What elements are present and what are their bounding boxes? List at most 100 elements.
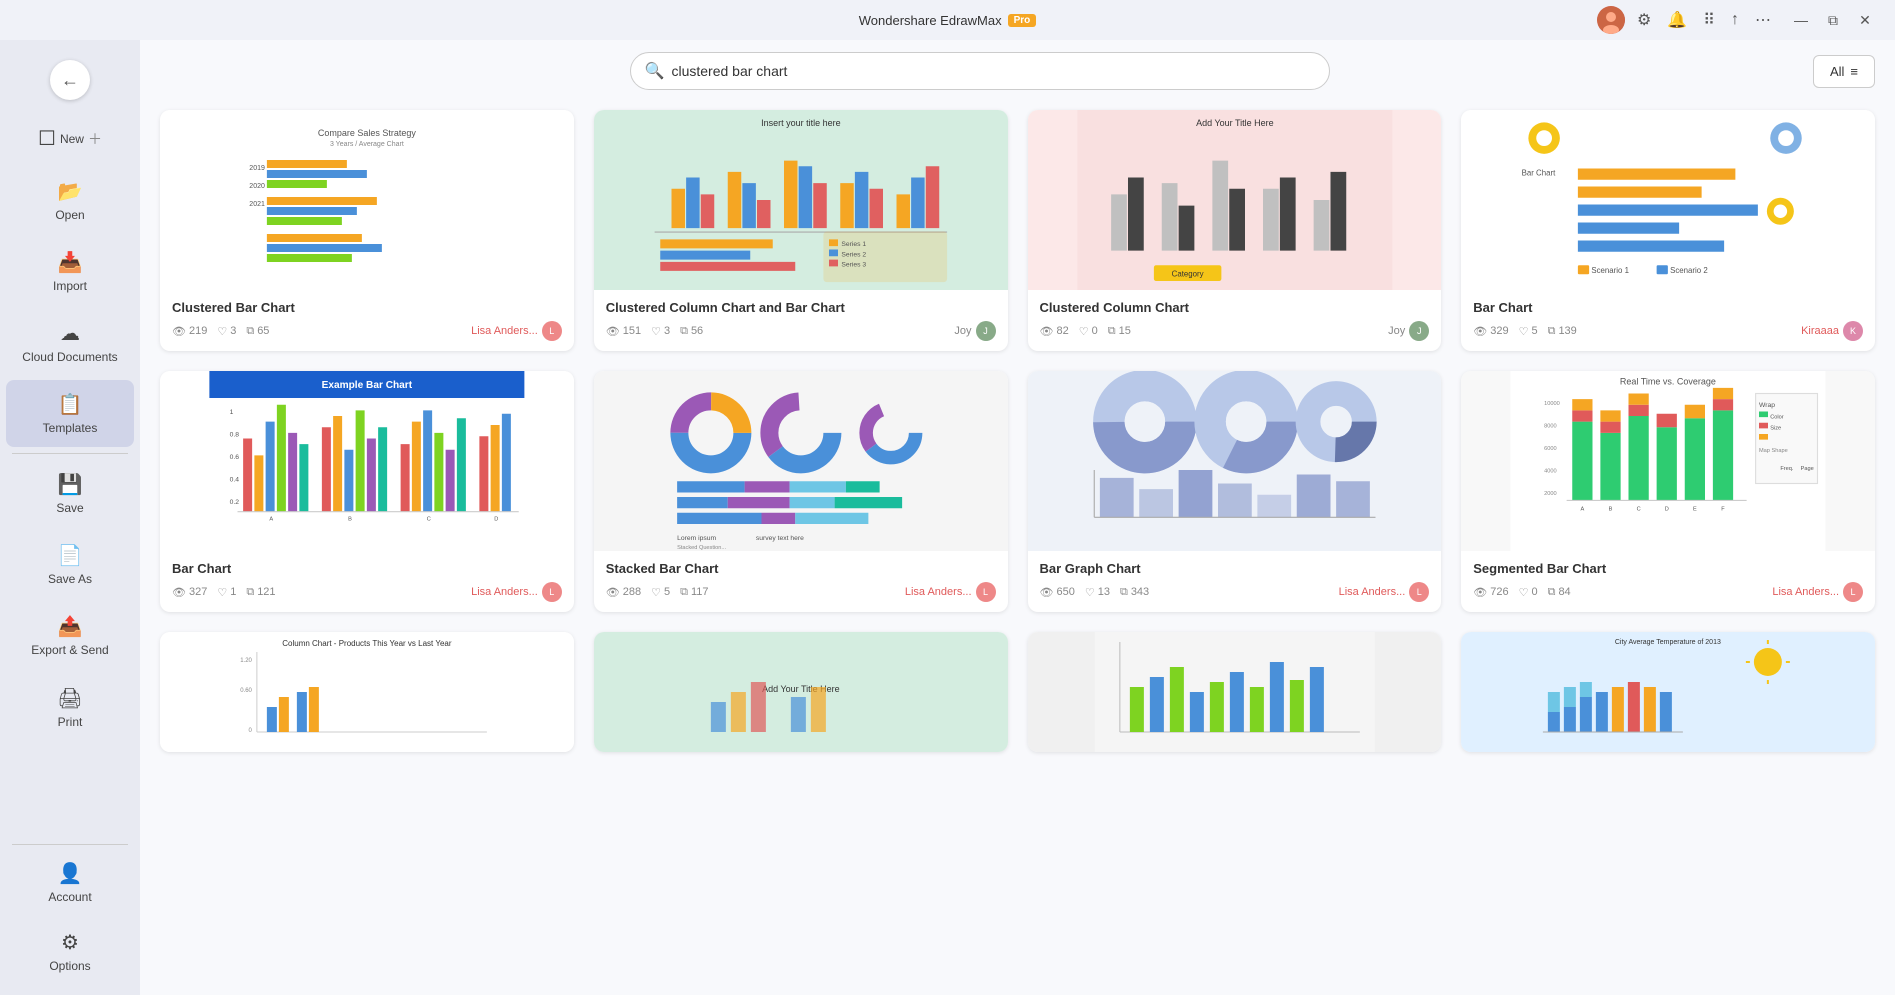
card-info-example-bar: Bar Chart 👁 327 ♡ 1 ⧉ xyxy=(160,551,574,612)
svg-text:Page: Page xyxy=(1801,466,1814,472)
template-card-placeholder3[interactable] xyxy=(1028,632,1442,752)
settings-icon[interactable]: ⚙ xyxy=(1633,6,1655,34)
template-card-bar-icons[interactable]: Bar Chart Scenario 1 xyxy=(1461,110,1875,351)
copies-count: ⧉ 65 xyxy=(246,325,269,338)
template-card-example-bar[interactable]: Example Bar Chart 1 0.8 0.6 0.4 0.2 xyxy=(160,371,574,612)
views-7: 👁 726 xyxy=(1473,586,1508,599)
copies-val-4: 121 xyxy=(257,586,275,598)
app-name-text: Wondershare EdrawMax xyxy=(859,13,1002,28)
template-card-city-temp[interactable]: City Average Temperature of 2013 xyxy=(1461,632,1875,752)
card-meta-1: 👁 151 ♡ 3 ⧉ 56 xyxy=(606,321,996,341)
maximize-button[interactable]: ⧉ xyxy=(1819,6,1847,34)
card-image-stacked: Lorem ipsum survey text here Stacked Que… xyxy=(594,371,1008,551)
filter-button[interactable]: All ≡ xyxy=(1813,55,1875,88)
author-avatar-3: K xyxy=(1843,321,1863,341)
sidebar-item-templates[interactable]: 📋 Templates xyxy=(6,380,134,447)
card-title-clustered-bar: Clustered Bar Chart xyxy=(172,300,562,315)
grid-icon[interactable]: ⠿ xyxy=(1699,6,1719,34)
template-card-segmented[interactable]: Real Time vs. Coverage 10000 8000 6000 4… xyxy=(1461,371,1875,612)
options-label: Options xyxy=(49,959,90,973)
card-image-placeholder2: Add Your Title Here xyxy=(594,632,1008,752)
heart-icon-1: ♡ xyxy=(651,325,661,338)
grid-container: Compare Sales Strategy 3 Years / Average… xyxy=(160,110,1875,752)
sidebar-item-saveas[interactable]: 📄 Save As xyxy=(6,531,134,598)
views-value: 219 xyxy=(189,325,207,337)
likes-1: ♡ 3 xyxy=(651,325,670,338)
svg-text:4000: 4000 xyxy=(1544,468,1556,474)
copy-icon-4: ⧉ xyxy=(246,586,254,599)
svg-text:8000: 8000 xyxy=(1544,423,1556,429)
author-7: Lisa Anders... L xyxy=(1772,582,1863,602)
author-avatar-7: L xyxy=(1843,582,1863,602)
search-input[interactable] xyxy=(630,52,1330,90)
sidebar-item-import[interactable]: 📥 Import xyxy=(6,238,134,305)
template-card-clustered-col[interactable]: Add Your Title Here xyxy=(1028,110,1442,351)
card-info-clustered-bar: Clustered Bar Chart 👁 219 ♡ 3 ⧉ xyxy=(160,290,574,351)
close-button[interactable]: ✕ xyxy=(1851,6,1879,34)
svg-text:Scenario 1: Scenario 1 xyxy=(1592,266,1630,275)
views-val-4: 327 xyxy=(189,586,207,598)
template-card-stacked[interactable]: Lorem ipsum survey text here Stacked Que… xyxy=(594,371,1008,612)
more-icon[interactable]: ⋯ xyxy=(1751,6,1775,34)
sidebar-item-open[interactable]: 📂 Open xyxy=(6,167,134,234)
svg-text:0.60: 0.60 xyxy=(240,688,252,694)
likes-val-3: 5 xyxy=(1531,325,1537,337)
saveas-icon: 📄 xyxy=(58,543,83,568)
likes-val-4: 1 xyxy=(230,586,236,598)
titlebar: Wondershare EdrawMax Pro ⚙ 🔔 ⠿ ↑ ⋯ — ⧉ ✕ xyxy=(0,0,1895,40)
likes-val-7: 0 xyxy=(1531,586,1537,598)
copies-val-1: 56 xyxy=(691,325,703,337)
card-title-3: Bar Chart xyxy=(1473,300,1863,315)
author-avatar-6: L xyxy=(1409,582,1429,602)
eye-icon-3: 👁 xyxy=(1473,325,1487,338)
svg-text:0.8: 0.8 xyxy=(230,431,240,438)
template-card-bar-graph[interactable]: Bar Graph Chart 👁 650 ♡ 13 ⧉ xyxy=(1028,371,1442,612)
template-card-placeholder2[interactable]: Add Your Title Here xyxy=(594,632,1008,752)
views-count: 👁 219 xyxy=(172,325,207,338)
sidebar-item-export[interactable]: 📤 Export & Send xyxy=(6,602,134,669)
svg-text:Stacked Question...: Stacked Question... xyxy=(677,545,726,551)
copies-6: ⧉ 343 xyxy=(1120,586,1149,599)
sidebar-item-print[interactable]: 🖨 Print xyxy=(6,674,134,741)
copies-2: ⧉ 15 xyxy=(1108,325,1131,338)
card-meta-6: 👁 650 ♡ 13 ⧉ 343 xyxy=(1040,582,1430,602)
import-icon: 📥 xyxy=(58,250,83,275)
author-avatar-2: J xyxy=(1409,321,1429,341)
print-label: Print xyxy=(58,715,83,729)
sidebar-item-save[interactable]: 💾 Save xyxy=(6,460,134,527)
sidebar-item-options[interactable]: ⚙ Options xyxy=(6,918,134,985)
template-card-col-products[interactable]: Column Chart - Products This Year vs Las… xyxy=(160,632,574,752)
user-avatar[interactable] xyxy=(1597,6,1625,34)
template-card-clustered-col-bar[interactable]: Insert your title here xyxy=(594,110,1008,351)
svg-text:Series 1: Series 1 xyxy=(841,241,866,248)
views-2: 👁 82 xyxy=(1040,325,1069,338)
back-button[interactable]: ← xyxy=(0,48,140,112)
author-avatar-5: L xyxy=(976,582,996,602)
minimize-button[interactable]: — xyxy=(1787,6,1815,34)
author-avatar-0: L xyxy=(542,321,562,341)
svg-text:6000: 6000 xyxy=(1544,446,1556,452)
card-title-clustered-col-bar: Clustered Column Chart and Bar Chart xyxy=(606,300,996,315)
svg-text:Compare Sales Strategy: Compare Sales Strategy xyxy=(318,128,417,138)
new-label: New xyxy=(60,132,84,146)
svg-text:Scenario 2: Scenario 2 xyxy=(1670,266,1708,275)
svg-text:Series 2: Series 2 xyxy=(841,251,866,258)
svg-text:Insert your title here: Insert your title here xyxy=(761,118,841,128)
svg-text:D: D xyxy=(494,517,498,523)
sidebar-item-new[interactable]: ☐ New ＋ xyxy=(6,114,134,163)
copies-val-6: 343 xyxy=(1131,586,1149,598)
likes-7: ♡ 0 xyxy=(1519,586,1538,599)
templates-label: Templates xyxy=(43,421,98,435)
import-label: Import xyxy=(53,279,87,293)
sidebar-item-cloud[interactable]: ☁ Cloud Documents xyxy=(6,309,134,376)
share-icon[interactable]: ↑ xyxy=(1727,7,1743,33)
card-title-4: Bar Chart xyxy=(172,561,562,576)
template-card-clustered-bar-chart[interactable]: Compare Sales Strategy 3 Years / Average… xyxy=(160,110,574,351)
copies-5: ⧉ 117 xyxy=(680,586,708,599)
notification-icon[interactable]: 🔔 xyxy=(1663,6,1691,34)
author-name-5: Lisa Anders... xyxy=(905,586,972,598)
svg-text:3 Years / Average Chart: 3 Years / Average Chart xyxy=(330,141,404,148)
sidebar-item-account[interactable]: 👤 Account xyxy=(6,849,134,916)
copy-icon-2: ⧉ xyxy=(1108,325,1116,338)
heart-icon-2: ♡ xyxy=(1079,325,1089,338)
